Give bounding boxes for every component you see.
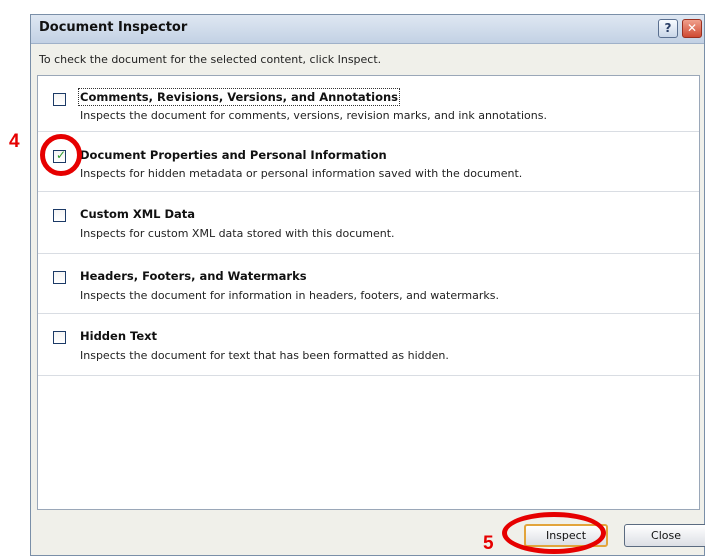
title-bar: Document Inspector ? ✕: [31, 15, 704, 44]
help-button[interactable]: ?: [658, 19, 678, 38]
document-inspector-dialog: Document Inspector ? ✕ To check the docu…: [30, 14, 705, 556]
item-title-comments: Comments, Revisions, Versions, and Annot…: [77, 88, 401, 106]
item-desc-hidden-text: Inspects the document for text that has …: [80, 349, 449, 362]
step-5-highlight-circle: [502, 512, 606, 554]
step-4-label: 4: [9, 131, 20, 152]
inspection-options-list: Comments, Revisions, Versions, and Annot…: [37, 75, 700, 510]
item-desc-custom-xml: Inspects for custom XML data stored with…: [80, 227, 395, 240]
dialog-title: Document Inspector: [39, 20, 188, 35]
instruction-text: To check the document for the selected c…: [39, 53, 382, 66]
item-title-document-properties: Document Properties and Personal Informa…: [80, 148, 387, 162]
item-desc-headers-footers: Inspects the document for information in…: [80, 289, 500, 302]
close-window-button[interactable]: ✕: [682, 19, 702, 38]
list-item-comments: Comments, Revisions, Versions, and Annot…: [38, 76, 699, 132]
checkbox-custom-xml[interactable]: [53, 209, 66, 222]
checkbox-headers-footers[interactable]: [53, 271, 66, 284]
checkbox-comments[interactable]: [53, 93, 66, 106]
list-item-headers-footers: Headers, Footers, and Watermarks Inspect…: [38, 254, 699, 314]
item-title-custom-xml: Custom XML Data: [80, 207, 196, 221]
checkbox-hidden-text[interactable]: [53, 331, 66, 344]
step-5-label: 5: [483, 533, 494, 554]
item-title-headers-footers: Headers, Footers, and Watermarks: [80, 269, 307, 283]
item-title-hidden-text: Hidden Text: [80, 329, 158, 343]
list-item-custom-xml: Custom XML Data Inspects for custom XML …: [38, 192, 699, 254]
item-desc-comments: Inspects the document for comments, vers…: [80, 109, 547, 122]
item-desc-document-properties: Inspects for hidden metadata or personal…: [80, 167, 523, 180]
close-button[interactable]: Close: [624, 524, 705, 547]
list-item-document-properties: ✓ Document Properties and Personal Infor…: [38, 132, 699, 192]
list-item-hidden-text: Hidden Text Inspects the document for te…: [38, 314, 699, 376]
step-4-highlight-circle: [40, 134, 82, 176]
